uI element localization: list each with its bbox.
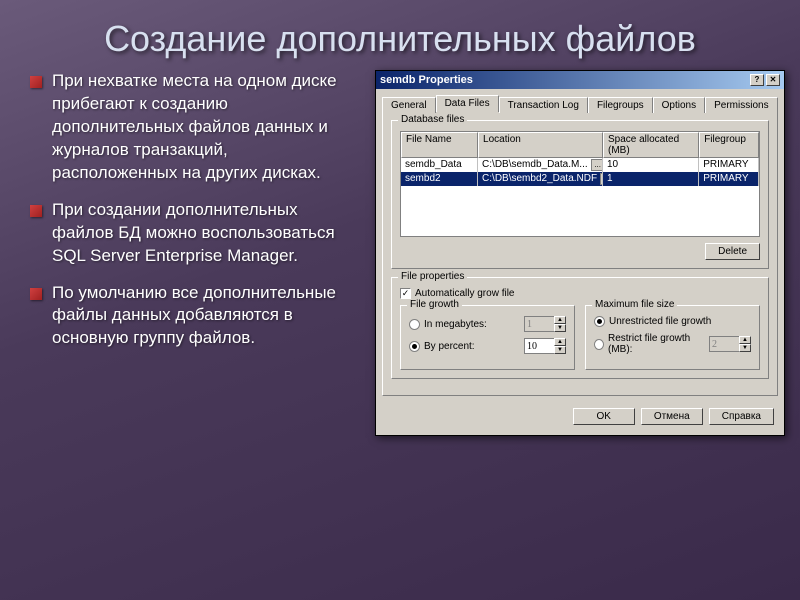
dialog-footer: OK Отмена Справка	[376, 402, 784, 435]
chevron-down-icon[interactable]: ▼	[554, 324, 566, 332]
chevron-up-icon[interactable]: ▲	[554, 316, 566, 324]
close-icon[interactable]: ✕	[766, 74, 780, 86]
slide-title: Создание дополнительных файлов	[0, 0, 800, 70]
cell-space[interactable]: 10	[603, 158, 699, 172]
tab-options[interactable]: Options	[653, 97, 705, 113]
file-properties-group: File properties ✓ Automatically grow fil…	[391, 277, 769, 379]
auto-grow-label: Automatically grow file	[415, 288, 514, 299]
percent-spinner[interactable]: ▲▼	[524, 338, 566, 354]
table-row[interactable]: semdb_Data C:\DB\semdb_Data.M...... 10 P…	[401, 158, 759, 172]
col-location[interactable]: Location	[478, 132, 603, 158]
group-legend: Database files	[398, 114, 467, 125]
growth-percent-label: By percent:	[424, 341, 475, 352]
cell-file-name[interactable]: semdb_Data	[401, 158, 478, 172]
col-file-name[interactable]: File Name	[401, 132, 478, 158]
cell-location[interactable]: C:\DB\sembd2_Data.NDF...	[478, 172, 603, 186]
col-space[interactable]: Space allocated (MB)	[603, 132, 699, 158]
tab-transaction-log[interactable]: Transaction Log	[499, 97, 588, 113]
growth-percent-radio[interactable]	[409, 341, 420, 352]
percent-input[interactable]	[524, 338, 554, 354]
help-icon[interactable]: ?	[750, 74, 764, 86]
cell-location[interactable]: C:\DB\semdb_Data.M......	[478, 158, 603, 172]
file-growth-group: File growth In megabytes: ▲▼	[400, 305, 575, 370]
bullet-item: При нехватке места на одном диске прибег…	[30, 70, 350, 185]
chevron-down-icon[interactable]: ▼	[554, 346, 566, 354]
ok-button[interactable]: OK	[573, 408, 635, 425]
cell-filegroup[interactable]: PRIMARY	[699, 172, 759, 186]
cell-filegroup[interactable]: PRIMARY	[699, 158, 759, 172]
tab-strip: General Data Files Transaction Log Fileg…	[376, 89, 784, 111]
dialog-titlebar[interactable]: semdb Properties ? ✕	[376, 71, 784, 89]
group-legend: File properties	[398, 271, 467, 282]
tab-panel: Database files File Name Location Space …	[382, 111, 778, 396]
database-files-group: Database files File Name Location Space …	[391, 120, 769, 269]
auto-grow-checkbox[interactable]: ✓	[400, 288, 411, 299]
unrestricted-label: Unrestricted file growth	[609, 316, 711, 327]
tab-filegroups[interactable]: Filegroups	[588, 97, 653, 113]
chevron-up-icon[interactable]: ▲	[554, 338, 566, 346]
help-button[interactable]: Справка	[709, 408, 774, 425]
cancel-button[interactable]: Отмена	[641, 408, 703, 425]
megabytes-input[interactable]	[524, 316, 554, 332]
dialog-title: semdb Properties	[380, 74, 473, 86]
restrict-radio[interactable]	[594, 339, 604, 350]
unrestricted-radio[interactable]	[594, 316, 605, 327]
properties-dialog: semdb Properties ? ✕ General Data Files …	[375, 70, 785, 436]
tab-general[interactable]: General	[382, 97, 436, 113]
browse-icon[interactable]: ...	[591, 159, 603, 171]
restrict-label: Restrict file growth (MB):	[608, 333, 705, 355]
max-file-size-group: Maximum file size Unrestricted file grow…	[585, 305, 760, 370]
tab-permissions[interactable]: Permissions	[705, 97, 777, 113]
restrict-spinner[interactable]: ▲▼	[709, 336, 751, 352]
restrict-input[interactable]	[709, 336, 739, 352]
table-row[interactable]: sembd2 C:\DB\sembd2_Data.NDF... 1 PRIMAR…	[401, 172, 759, 186]
growth-megabytes-label: In megabytes:	[424, 319, 487, 330]
group-legend: Maximum file size	[592, 299, 677, 310]
cell-file-name[interactable]: sembd2	[401, 172, 478, 186]
tab-data-files[interactable]: Data Files	[436, 95, 499, 112]
bullet-list: При нехватке места на одном диске прибег…	[30, 70, 350, 436]
chevron-up-icon[interactable]: ▲	[739, 336, 751, 344]
bullet-item: При создании дополнительных файлов БД мо…	[30, 199, 350, 268]
chevron-down-icon[interactable]: ▼	[739, 344, 751, 352]
delete-button[interactable]: Delete	[705, 243, 760, 260]
files-grid[interactable]: File Name Location Space allocated (MB) …	[400, 131, 760, 237]
growth-megabytes-radio[interactable]	[409, 319, 420, 330]
bullet-item: По умолчанию все дополнительные файлы да…	[30, 282, 350, 351]
megabytes-spinner[interactable]: ▲▼	[524, 316, 566, 332]
group-legend: File growth	[407, 299, 462, 310]
cell-space[interactable]: 1	[603, 172, 699, 186]
col-filegroup[interactable]: Filegroup	[699, 132, 759, 158]
